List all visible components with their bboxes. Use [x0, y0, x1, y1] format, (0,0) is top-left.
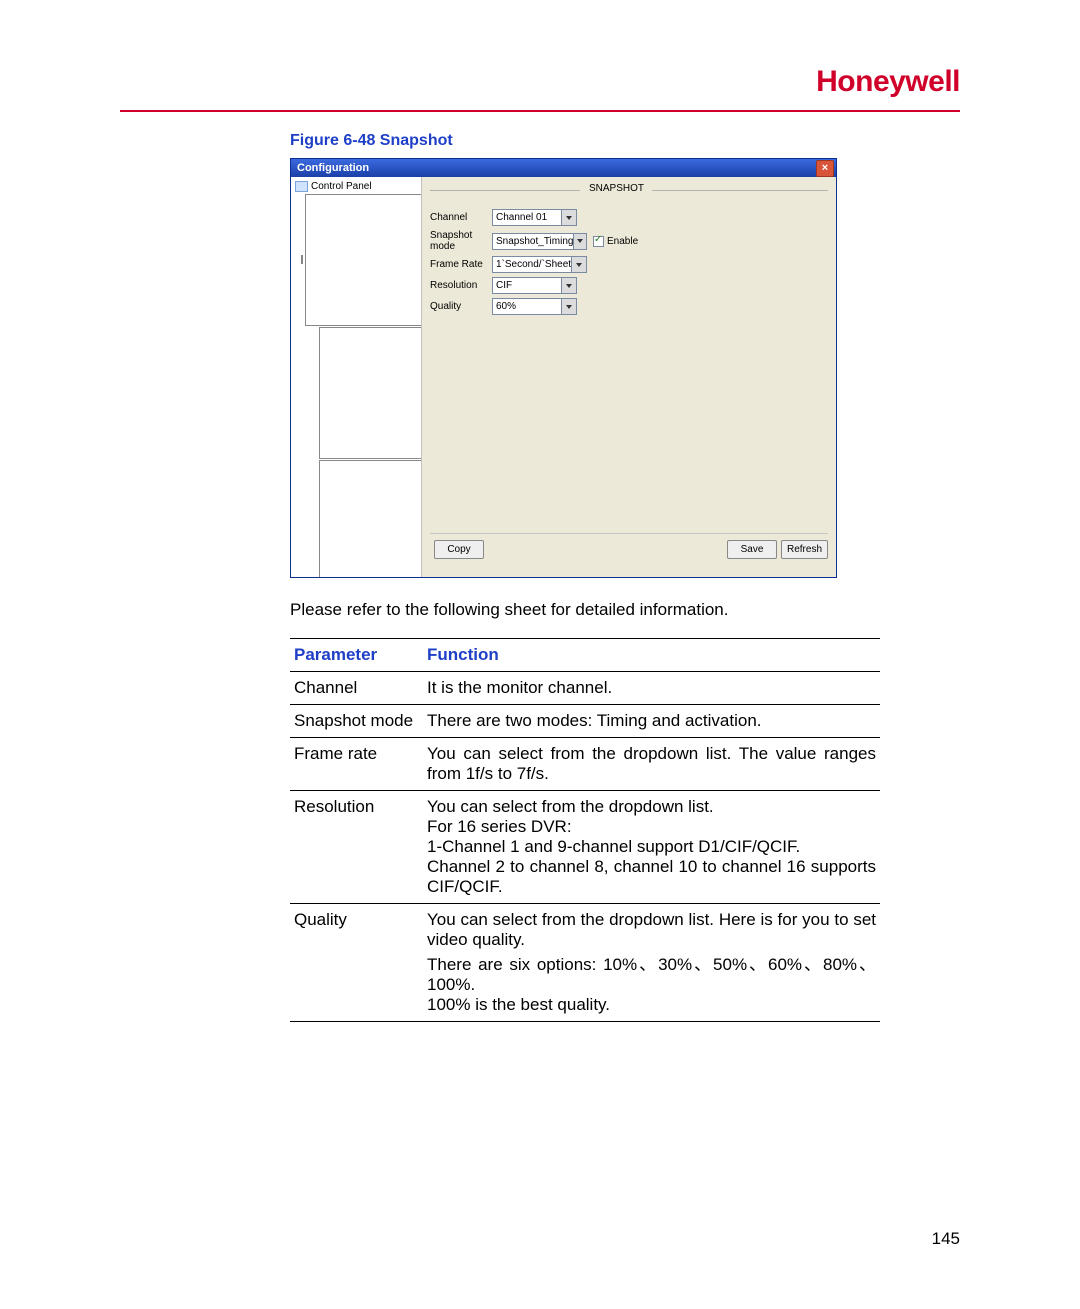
chevron-down-icon	[573, 234, 586, 249]
copy-button[interactable]: Copy	[434, 540, 484, 559]
param-cell: Snapshot mode	[290, 705, 423, 738]
page-icon	[319, 460, 422, 578]
table-row: Snapshot modeThere are two modes: Timing…	[290, 705, 880, 738]
function-cell: You can select from the dropdown list. T…	[423, 738, 880, 791]
collapse-icon[interactable]	[301, 255, 303, 264]
param-cell: Quality	[290, 904, 423, 1022]
function-cell: You can select from the dropdown list. H…	[423, 904, 880, 1022]
quality-select[interactable]: 60%	[492, 298, 577, 315]
param-cell: Channel	[290, 672, 423, 705]
close-icon[interactable]: ×	[816, 160, 834, 177]
chevron-down-icon	[561, 278, 576, 293]
th-parameter: Parameter	[290, 639, 423, 672]
page-number: 145	[932, 1229, 960, 1249]
tree-root-label: Control Panel	[311, 181, 372, 193]
param-cell: Frame rate	[290, 738, 423, 791]
rate-label: Frame Rate	[430, 259, 492, 270]
config-tree[interactable]: Control Panel Query System Info VERSIONH…	[291, 177, 422, 577]
res-value: CIF	[496, 280, 512, 291]
function-cell: There are two modes: Timing and activati…	[423, 705, 880, 738]
function-cell: You can select from the dropdown list. F…	[423, 791, 880, 904]
red-rule	[120, 110, 960, 112]
param-cell: Resolution	[290, 791, 423, 904]
enable-checkbox[interactable]	[593, 236, 604, 247]
config-titlebar: Configuration ×	[291, 159, 836, 177]
figure-caption: Figure 6-48 Snapshot	[290, 132, 890, 150]
intro-text: Please refer to the following sheet for …	[290, 600, 890, 620]
res-select[interactable]: CIF	[492, 277, 577, 294]
enable-label: Enable	[607, 236, 638, 247]
table-row: ResolutionYou can select from the dropdo…	[290, 791, 880, 904]
brand-logo: Honeywell	[816, 65, 960, 99]
chevron-down-icon	[571, 257, 586, 272]
panel-icon	[295, 181, 308, 192]
quality-label: Quality	[430, 301, 492, 312]
config-main: SNAPSHOT Channel Channel 01 Snapshot mod…	[422, 177, 836, 577]
parameter-table: Parameter Function ChannelIt is the moni…	[290, 638, 880, 1022]
quality-value: 60%	[496, 301, 516, 312]
function-cell: It is the monitor channel.	[423, 672, 880, 705]
chevron-down-icon	[561, 210, 576, 225]
table-row: Frame rateYou can select from the dropdo…	[290, 738, 880, 791]
channel-value: Channel 01	[496, 212, 547, 223]
save-button[interactable]: Save	[727, 540, 777, 559]
tree-item[interactable]: VERSION	[291, 326, 421, 459]
tree-item[interactable]: HDD INFO	[291, 459, 421, 577]
section-title: SNAPSHOT	[589, 183, 644, 194]
page-icon	[319, 327, 422, 459]
rate-select[interactable]: 1`Second/`Sheet	[492, 256, 587, 273]
page-icon	[305, 194, 422, 326]
chevron-down-icon	[561, 299, 576, 314]
mode-select[interactable]: Snapshot_Timing	[492, 233, 587, 250]
rate-value: 1`Second/`Sheet	[496, 259, 571, 270]
channel-label: Channel	[430, 212, 492, 223]
mode-value: Snapshot_Timing	[496, 236, 573, 247]
channel-select[interactable]: Channel 01	[492, 209, 577, 226]
table-row: ChannelIt is the monitor channel.	[290, 672, 880, 705]
res-label: Resolution	[430, 280, 492, 291]
config-window: Configuration × Control Panel Query Syst…	[290, 158, 837, 578]
th-function: Function	[423, 639, 880, 672]
table-row: QualityYou can select from the dropdown …	[290, 904, 880, 1022]
mode-label: Snapshot mode	[430, 230, 492, 252]
refresh-button[interactable]: Refresh	[781, 540, 828, 559]
config-title: Configuration	[297, 162, 369, 174]
